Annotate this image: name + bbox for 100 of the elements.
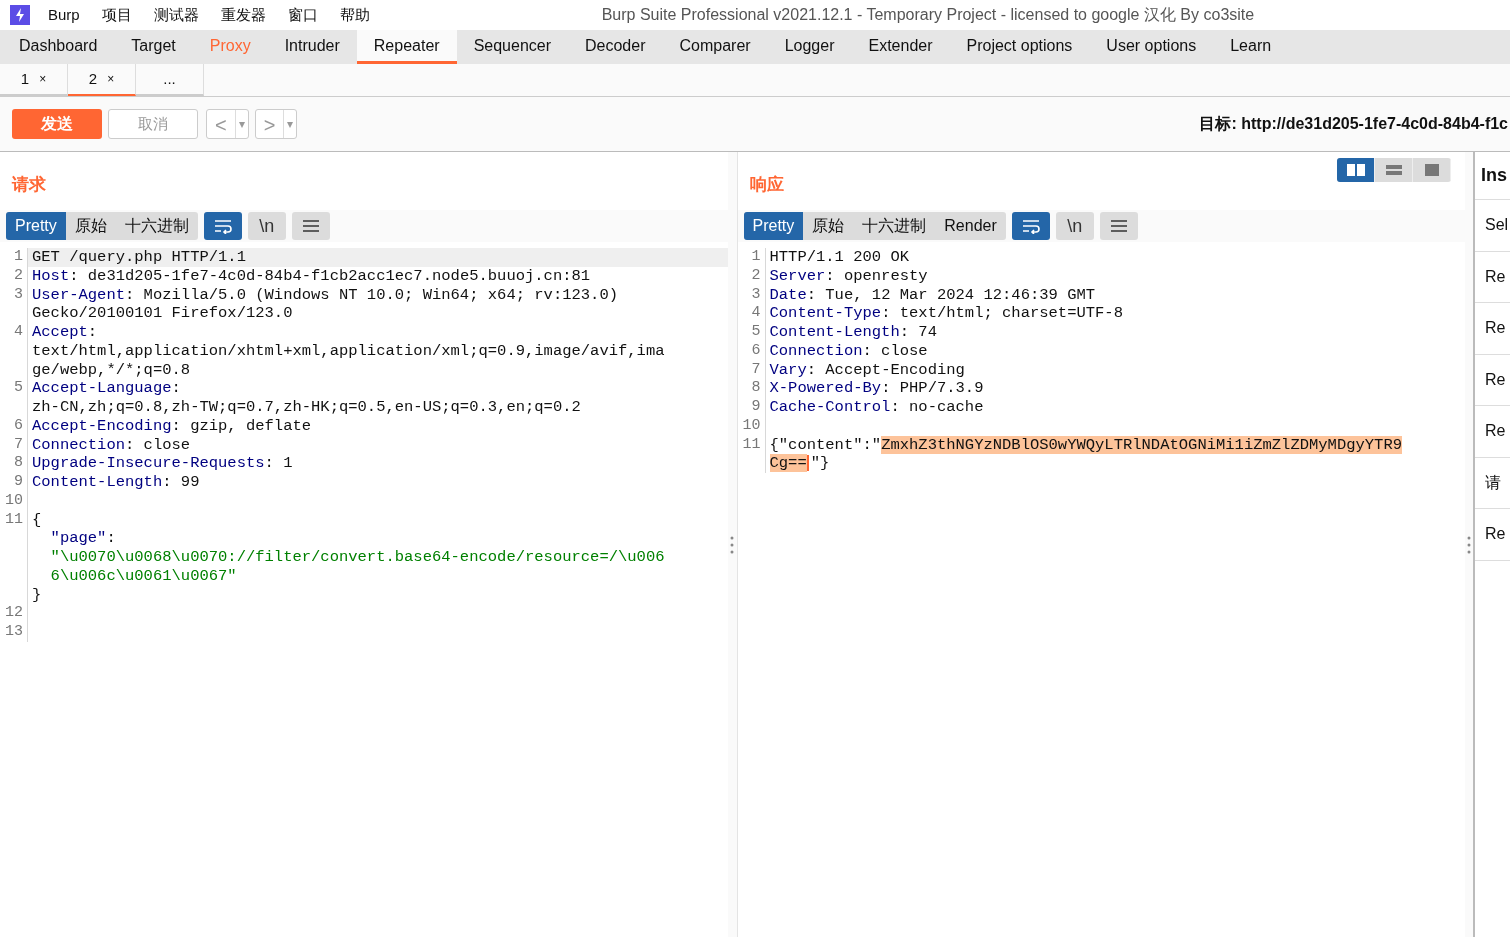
menu-button[interactable]	[1099, 212, 1138, 240]
code-text: "}	[810, 454, 830, 473]
code-text: GET /query.php HTTP/1.1	[32, 248, 246, 266]
line-number: 7	[14, 435, 23, 453]
main-tab[interactable]: Learn	[1213, 30, 1289, 64]
line-number: 6	[14, 416, 23, 434]
code-text: : close	[862, 341, 928, 360]
wrap-icon	[1020, 218, 1041, 234]
main-tab[interactable]: Project options	[949, 30, 1090, 64]
line-number: 5	[751, 323, 761, 340]
line-number: 1	[751, 248, 761, 265]
newline-toggle[interactable]: \n	[1055, 212, 1094, 240]
wrap-icon	[212, 218, 233, 234]
view-tab[interactable]: Pretty	[6, 212, 66, 240]
wrap-toggle[interactable]	[1011, 212, 1050, 240]
code-text: Connection	[769, 341, 863, 360]
view-tab[interactable]: Render	[935, 212, 1006, 240]
code-text: Upgrade-Insecure-Requests	[32, 454, 265, 473]
line-number: 3	[14, 285, 23, 303]
main-tab[interactable]: Decoder	[568, 30, 663, 64]
code-text: Date	[769, 285, 807, 304]
code-text: Gecko/20100101 Firefox/123.0	[32, 304, 293, 323]
code-text: Cache-Control	[769, 398, 891, 416]
inspector-section[interactable]: Re	[1485, 522, 1506, 547]
line-number: 4	[751, 304, 761, 322]
menu-item[interactable]: 帮助	[339, 3, 370, 27]
code-text: : 1	[264, 454, 293, 473]
menu-item[interactable]: 测试器	[153, 3, 199, 27]
line-number: 10	[5, 491, 23, 509]
code-text: Content-Length	[32, 473, 163, 491]
code-text: : 99	[162, 473, 200, 491]
main-tab[interactable]: Extender	[851, 30, 950, 64]
code-text: : text/html; charset=UTF-8	[881, 304, 1123, 323]
code-text: : no-cache	[890, 398, 984, 416]
panel-title: 响应	[749, 174, 784, 197]
main-tab[interactable]: Logger	[767, 30, 852, 64]
app-logo-icon	[10, 5, 30, 25]
view-tab[interactable]: Pretty	[743, 212, 804, 240]
menu-item[interactable]: 重发器	[220, 3, 266, 27]
inspector-section[interactable]: Re	[1485, 264, 1506, 289]
code-text: ge/webp,*/*;q=0.8	[32, 360, 191, 379]
main-tab[interactable]: Target	[114, 30, 193, 64]
menu-item[interactable]: 窗口	[287, 3, 318, 27]
single-pane-icon	[1422, 163, 1441, 177]
code-text: : Accept-Encoding	[806, 360, 965, 379]
line-number: 1	[14, 248, 23, 265]
line-number: 2	[14, 266, 23, 284]
line-number: 8	[751, 379, 761, 397]
wrap-toggle[interactable]	[203, 212, 242, 240]
columns-icon	[1345, 163, 1366, 177]
panel-title: 请求	[12, 174, 46, 197]
line-number: 10	[742, 416, 761, 434]
code-text: Connection	[32, 435, 125, 454]
menu-item[interactable]: 项目	[101, 3, 132, 27]
code-text: : PHP/7.3.9	[881, 379, 984, 398]
main-tab[interactable]: User options	[1089, 30, 1214, 64]
code-text: Vary	[769, 360, 807, 379]
inspector-section[interactable]: Re	[1485, 419, 1506, 444]
code-text: Accept-Encoding	[32, 416, 172, 435]
code-text: X-Powered-By	[769, 379, 882, 398]
line-number: 6	[751, 341, 761, 359]
inspector-section[interactable]: Sel	[1485, 213, 1509, 238]
view-tab[interactable]: 原始	[65, 212, 116, 240]
code-text: User-Agent	[32, 285, 125, 304]
inspector-section[interactable]: Re	[1485, 316, 1506, 341]
line-number: 13	[5, 623, 23, 640]
line-number: 3	[751, 285, 761, 303]
line-number: 7	[751, 360, 761, 378]
main-tab[interactable]: Dashboard	[2, 30, 115, 64]
main-tab[interactable]: Repeater	[356, 30, 457, 64]
drag-handle-icon	[730, 535, 734, 554]
main-tab[interactable]: Sequencer	[456, 30, 568, 64]
line-number: 11	[5, 510, 23, 528]
menu-button[interactable]	[291, 212, 330, 240]
code-text: Accept	[32, 323, 88, 341]
code-text: "page"	[49, 529, 107, 548]
code-text: : Mozilla/5.0 (Windows NT 10.0; Win64; x64; rv:123.0)	[125, 285, 618, 304]
inspector-section[interactable]: Re	[1485, 367, 1506, 392]
code-text: }	[32, 585, 42, 604]
view-tab[interactable]: 原始	[803, 212, 854, 240]
code-text: Accept-Language	[32, 379, 172, 398]
code-text: : Tue, 12 Mar 2024 12:46:39 GMT	[806, 285, 1096, 304]
code-text: zh-CN,zh;q=0.8,zh-TW;q=0.7,zh-HK;q=0.5,en-US;q=0.3,en;q=0.2	[32, 398, 581, 416]
main-tab[interactable]: Comparer	[662, 30, 768, 64]
target-url[interactable]: 目标: http://de31d205-1fe7-4c0d-84b4-f1c	[1199, 112, 1510, 136]
code-text: 6\u006c\u0061\u0067"	[49, 566, 237, 585]
code-text: :	[87, 323, 98, 341]
code-text: :	[106, 529, 116, 548]
line-number: 5	[14, 379, 23, 397]
inspector-title: Ins	[1481, 164, 1507, 187]
rows-icon	[1384, 163, 1403, 177]
newline-toggle[interactable]: \n	[247, 212, 286, 240]
view-tab[interactable]: 十六进制	[853, 212, 936, 240]
code-text: :	[171, 379, 181, 398]
inspector-section[interactable]: 请	[1485, 470, 1501, 495]
code-text: : openresty	[825, 266, 928, 285]
layout-button[interactable]	[1337, 158, 1375, 182]
main-tab[interactable]: Intruder	[267, 30, 357, 64]
menu-item[interactable]: Burp	[48, 3, 80, 27]
view-tab[interactable]: 十六进制	[115, 212, 198, 240]
